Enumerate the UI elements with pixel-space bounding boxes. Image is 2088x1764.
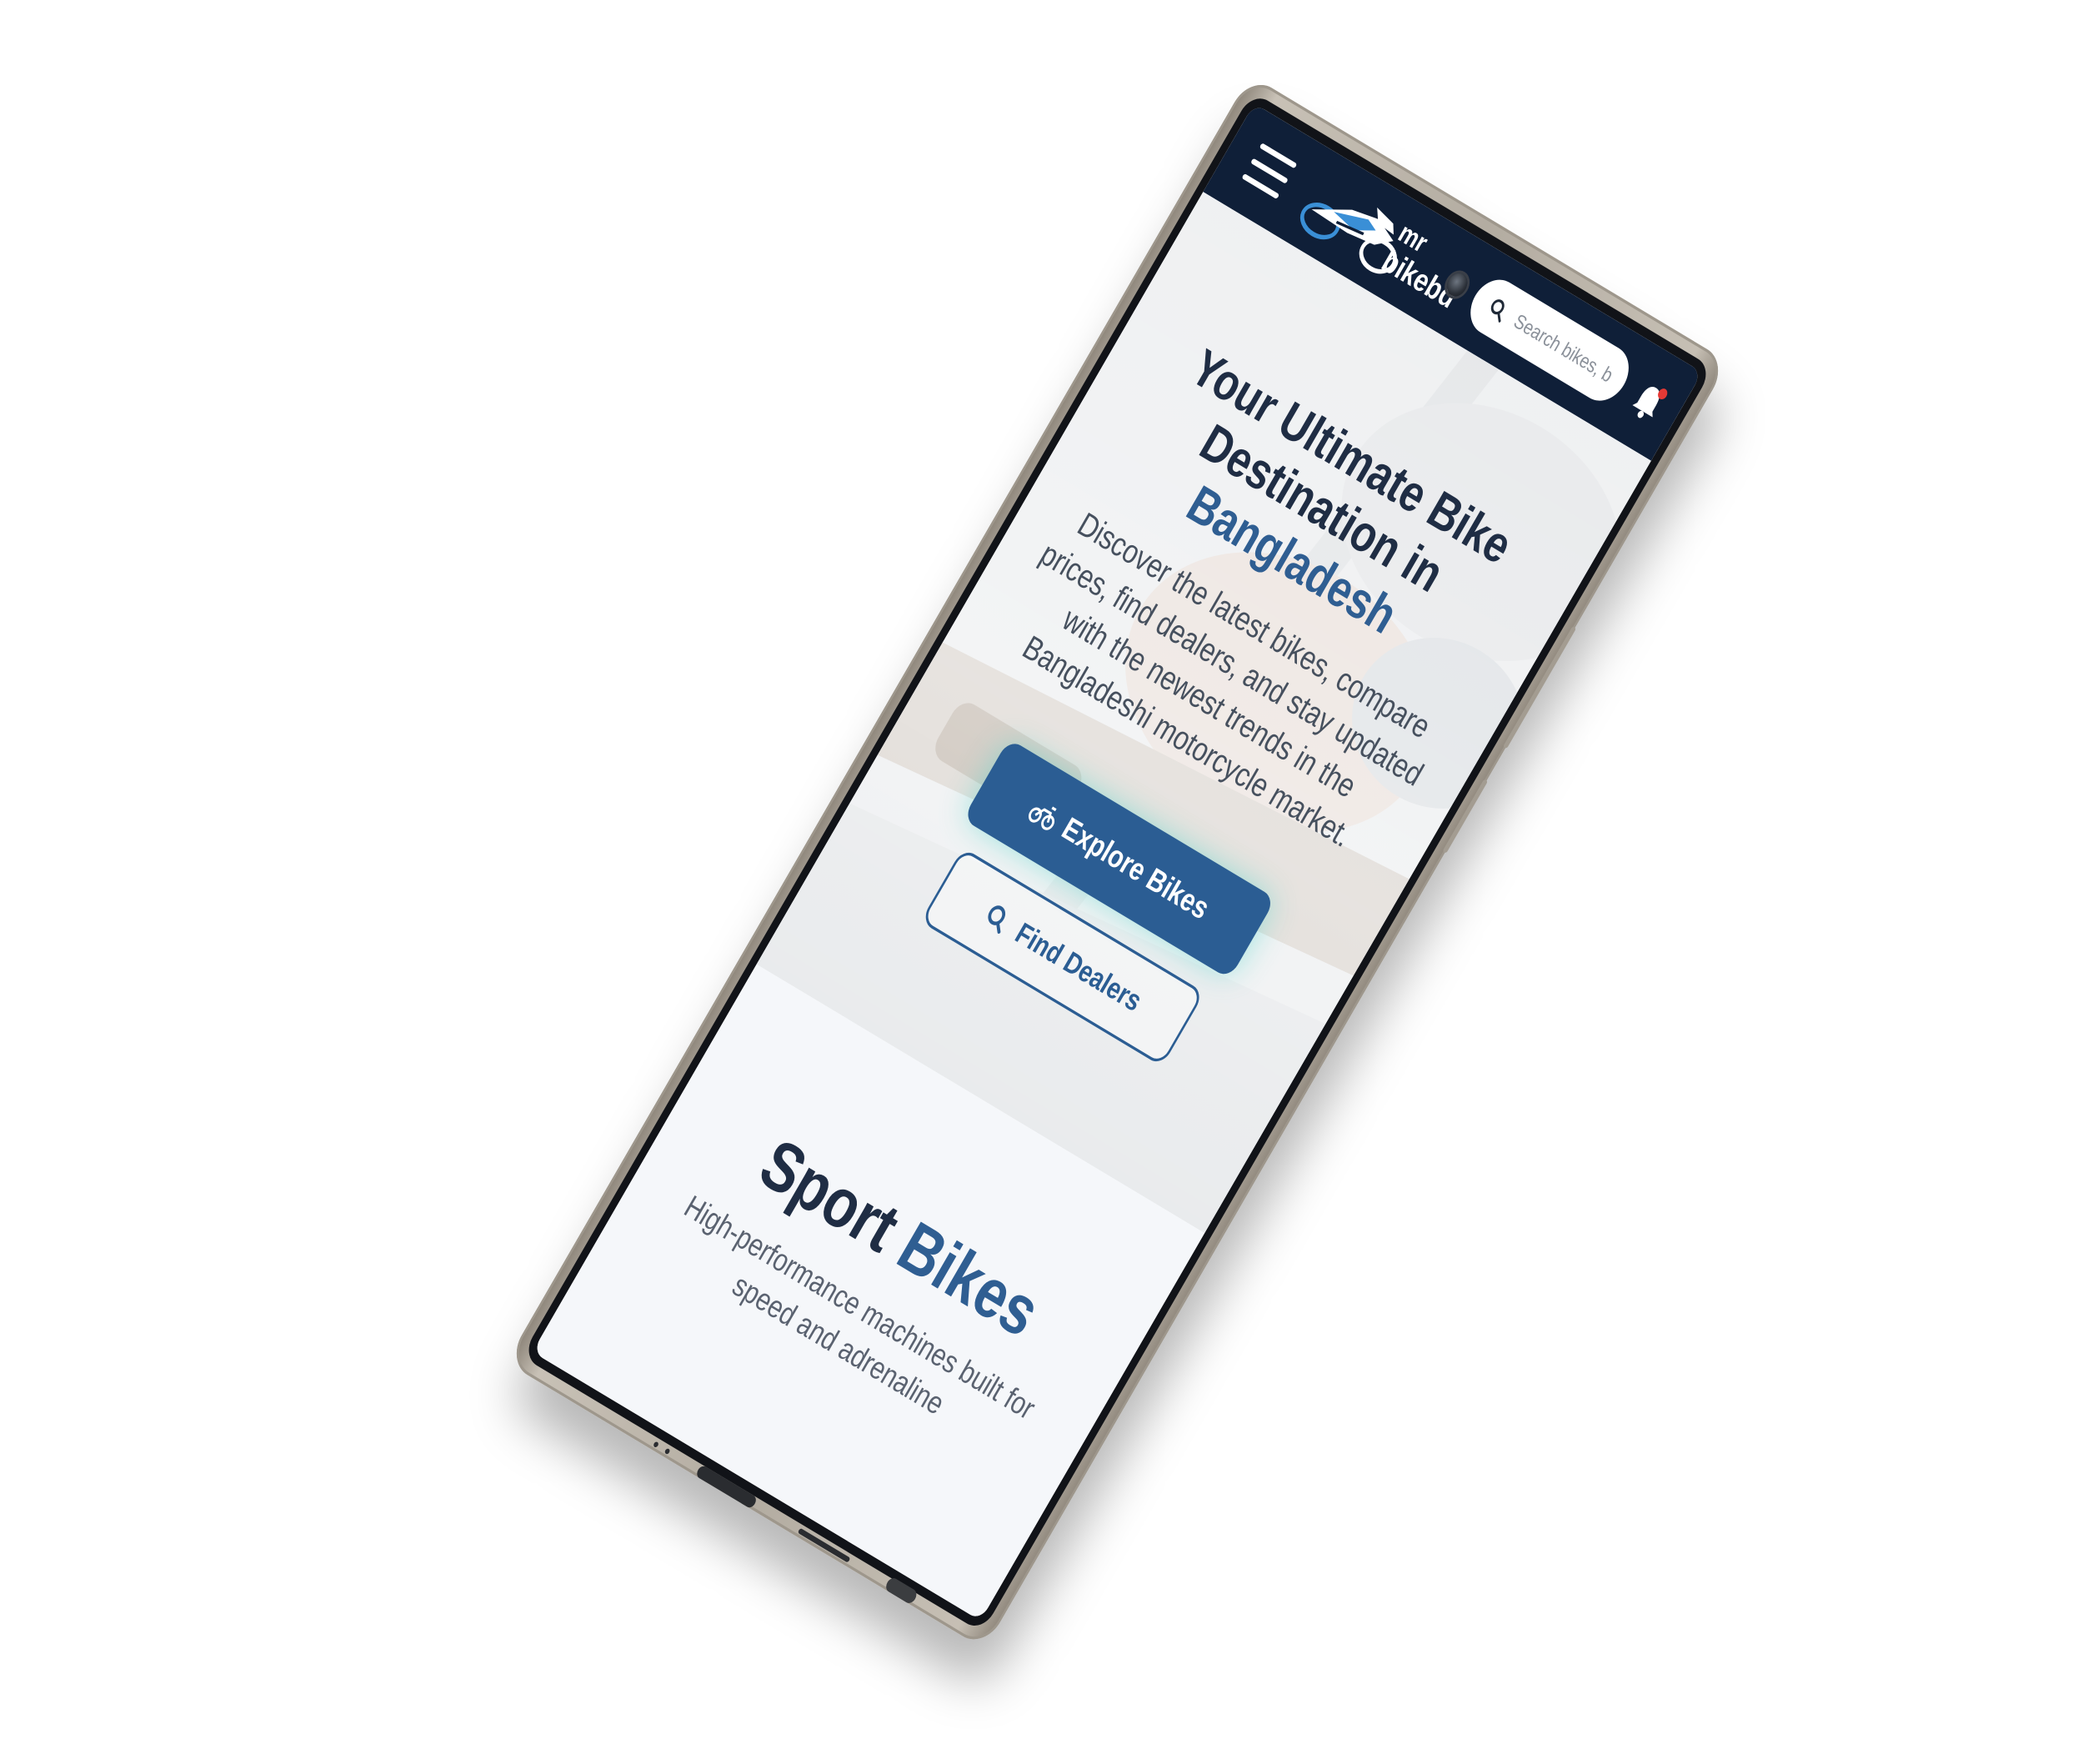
stage: mr bikebd Search bikes, b Your Ultimate … xyxy=(0,0,2088,1764)
search-icon xyxy=(1490,299,1505,323)
explore-bikes-label: Explore Bikes xyxy=(1056,810,1216,926)
search-icon xyxy=(988,905,1006,935)
search-input[interactable] xyxy=(1507,308,1625,393)
motorcycle-icon xyxy=(1028,806,1057,830)
bell-icon[interactable] xyxy=(1625,375,1671,426)
phone-device: mr bikebd Search bikes, b Your Ultimate … xyxy=(506,75,1729,1650)
hamburger-menu-icon[interactable] xyxy=(1241,143,1298,200)
